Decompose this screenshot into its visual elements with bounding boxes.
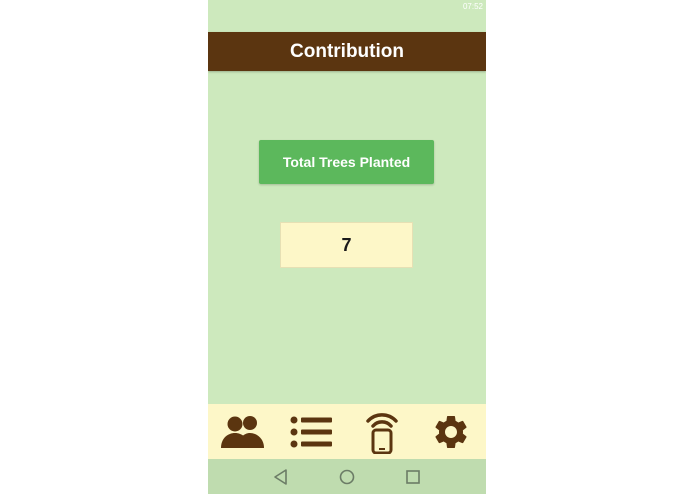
page-title: Contribution bbox=[290, 40, 404, 62]
nav-list-button[interactable] bbox=[282, 404, 342, 459]
back-triangle-icon bbox=[274, 468, 287, 485]
people-icon bbox=[220, 415, 264, 448]
app-bar: Contribution bbox=[208, 32, 486, 71]
system-nav-bar bbox=[208, 459, 486, 494]
home-circle-icon bbox=[339, 469, 355, 484]
gear-icon bbox=[435, 415, 467, 448]
system-back-button[interactable] bbox=[266, 462, 296, 492]
phone-screen: 07:52 Contribution Total Trees Planted 7 bbox=[208, 0, 486, 494]
list-icon bbox=[290, 416, 333, 447]
system-home-button[interactable] bbox=[332, 462, 362, 492]
total-count-display: 7 bbox=[280, 222, 413, 268]
total-count-value: 7 bbox=[341, 234, 352, 255]
status-time: 07:52 bbox=[462, 2, 483, 11]
recents-square-icon bbox=[406, 469, 420, 484]
nav-settings-button[interactable] bbox=[421, 404, 481, 459]
nav-community-button[interactable] bbox=[213, 404, 273, 459]
status-bar: 07:52 bbox=[208, 0, 486, 14]
nfc-phone-icon bbox=[366, 412, 398, 454]
system-recents-button[interactable] bbox=[398, 462, 428, 492]
bottom-nav bbox=[208, 404, 486, 459]
nav-nfc-button[interactable] bbox=[352, 404, 412, 459]
total-trees-planted-button[interactable]: Total Trees Planted bbox=[259, 140, 434, 184]
